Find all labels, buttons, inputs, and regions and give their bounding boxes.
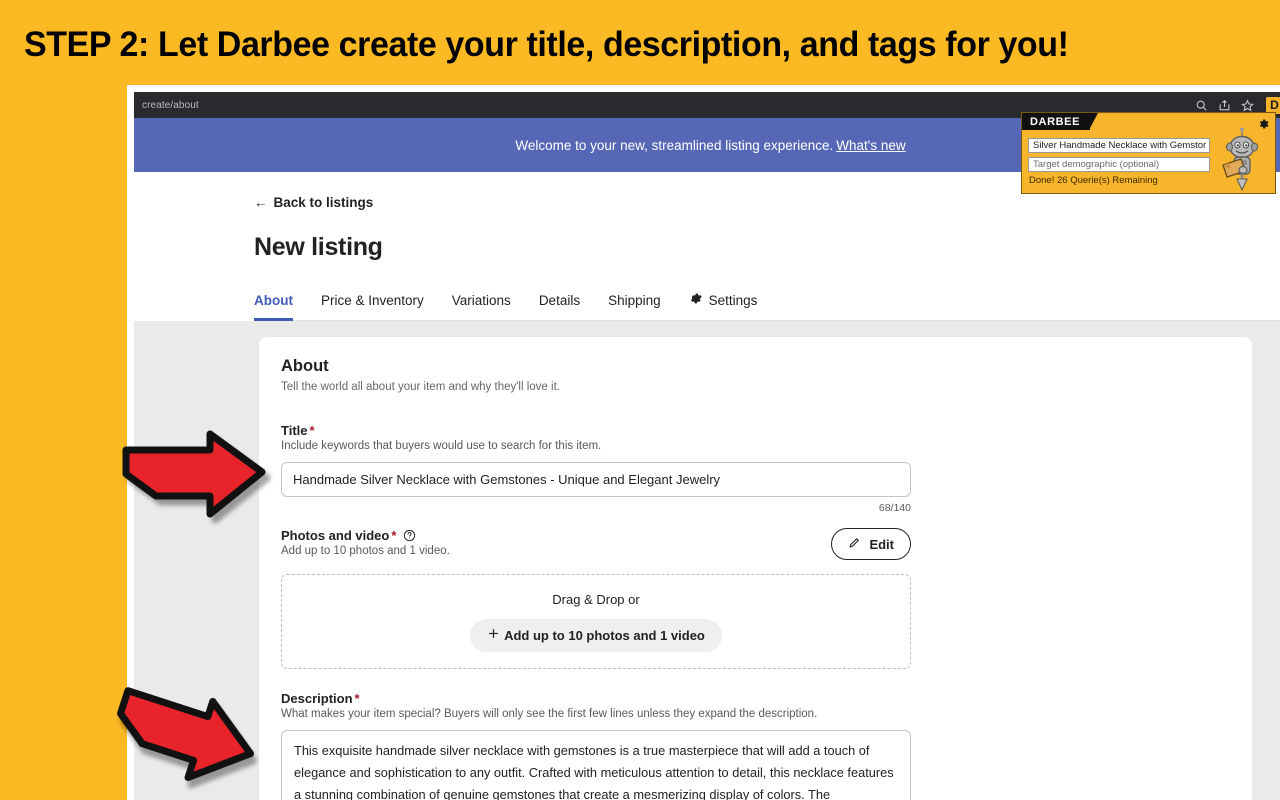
- title-field-help: Include keywords that buyers would use t…: [281, 440, 602, 452]
- pencil-icon: [848, 536, 861, 552]
- darbee-demographic-input[interactable]: Target demographic (optional): [1028, 157, 1210, 172]
- title-input[interactable]: Handmade Silver Necklace with Gemstones …: [281, 462, 911, 497]
- tab-details-label: Details: [538, 293, 581, 308]
- title-character-counter: 68/140: [878, 502, 911, 514]
- dropzone-text: Drag & Drop or: [552, 591, 640, 607]
- back-arrow-icon: ←: [254, 195, 268, 210]
- share-icon[interactable]: [1218, 99, 1231, 112]
- tab-details[interactable]: Details: [539, 293, 580, 320]
- photos-label-text: Photos and video: [281, 528, 390, 543]
- plus-icon: [487, 627, 500, 643]
- back-to-listings-label: Back to listings: [273, 195, 374, 210]
- page-header: ← Back to listings New listing About Pri…: [134, 172, 1280, 321]
- description-field-label: Description *: [281, 691, 1230, 706]
- listing-tabs: About Price & Inventory Variations Detai…: [254, 292, 1280, 321]
- photos-required-marker: *: [391, 528, 397, 543]
- add-photos-button[interactable]: Add up to 10 photos and 1 video: [470, 618, 722, 652]
- back-to-listings-link[interactable]: ← Back to listings: [254, 195, 373, 210]
- title-label-text: Title: [281, 423, 308, 438]
- darbee-extension-popup: DARBEE Silver Handmade Necklace with Gem…: [1021, 112, 1276, 194]
- address-bar-url[interactable]: create/about: [142, 100, 199, 111]
- red-arrow-title: [118, 428, 268, 528]
- tab-variations-label: Variations: [451, 293, 511, 308]
- about-card: About Tell the world all about your item…: [259, 337, 1252, 800]
- tab-price-inventory[interactable]: Price & Inventory: [321, 293, 424, 320]
- about-card-subheading: Tell the world all about your item and w…: [281, 381, 560, 393]
- title-required-marker: *: [309, 423, 315, 438]
- photos-dropzone[interactable]: Drag & Drop or Add up to 10 photos and 1…: [281, 574, 911, 669]
- tab-about-label: About: [254, 293, 293, 308]
- browser-viewport: create/about D Welcome to your new, stre…: [134, 92, 1280, 800]
- add-photos-label: Add up to 10 photos and 1 video: [504, 627, 705, 643]
- question-circle-icon[interactable]: [403, 529, 416, 542]
- gear-icon: [689, 292, 702, 308]
- darbee-extension-icon[interactable]: D: [1266, 96, 1280, 114]
- description-label-text: Description: [281, 691, 353, 706]
- page-title: New listing: [254, 233, 383, 261]
- listing-page: Welcome to your new, streamlined listing…: [134, 118, 1280, 800]
- tab-shipping-label: Shipping: [608, 293, 661, 308]
- welcome-banner-text: Welcome to your new, streamlined listing…: [515, 137, 834, 153]
- title-field-label: Title *: [281, 423, 1230, 438]
- tab-price-inventory-label: Price & Inventory: [320, 293, 424, 308]
- tab-variations[interactable]: Variations: [452, 293, 511, 320]
- page-headline: STEP 2: Let Darbee create your title, de…: [24, 25, 1069, 64]
- darbee-brand-label: DARBEE: [1022, 113, 1099, 130]
- robot-mascot-icon: [1215, 127, 1269, 193]
- description-field-help: What makes your item special? Buyers wil…: [281, 708, 818, 720]
- about-card-heading: About: [281, 357, 329, 375]
- page-body: About Tell the world all about your item…: [134, 321, 1280, 800]
- photos-edit-button[interactable]: Edit: [831, 528, 911, 560]
- photos-field-help: Add up to 10 photos and 1 video.: [281, 545, 450, 557]
- description-textarea[interactable]: This exquisite handmade silver necklace …: [281, 730, 911, 800]
- whats-new-link[interactable]: What's new: [836, 138, 905, 153]
- tab-shipping[interactable]: Shipping: [608, 293, 661, 320]
- photos-edit-label: Edit: [869, 536, 894, 552]
- search-icon[interactable]: [1195, 99, 1208, 112]
- star-icon[interactable]: [1241, 98, 1254, 112]
- tab-settings[interactable]: Settings: [689, 292, 758, 320]
- photos-field-label: Photos and video *: [281, 528, 450, 543]
- tab-about[interactable]: About: [254, 293, 293, 321]
- darbee-status-text: Done! 26 Querie(s) Remaining: [1029, 175, 1158, 186]
- description-required-marker: *: [354, 691, 360, 706]
- darbee-product-input[interactable]: Silver Handmade Necklace with Gemstor: [1028, 138, 1210, 153]
- tab-settings-label: Settings: [708, 292, 758, 308]
